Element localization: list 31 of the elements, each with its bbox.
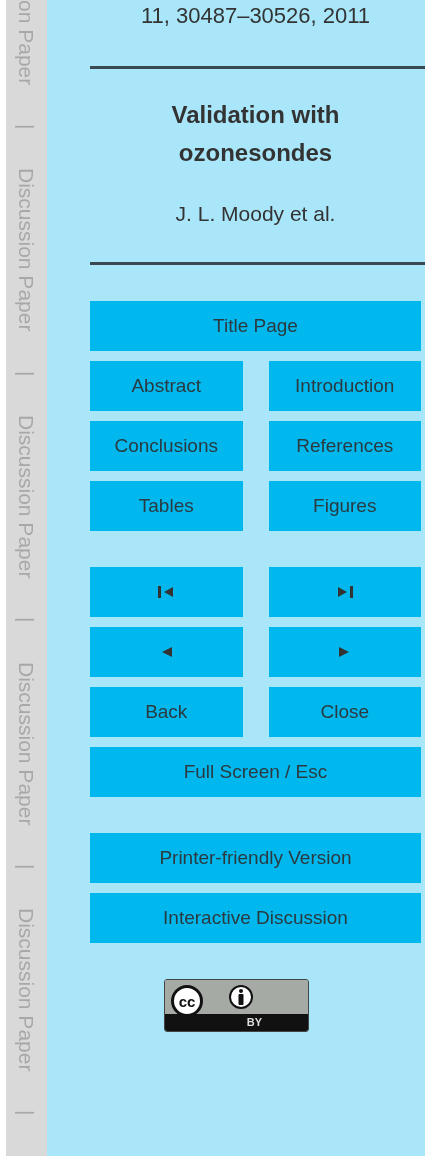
nav-button[interactable]: Figures <box>268 481 421 531</box>
margin-text: | <box>16 863 37 870</box>
nav-button[interactable]: Abstract <box>90 361 243 411</box>
person-icon <box>229 985 253 1009</box>
nav-button[interactable]: Introduction <box>268 361 421 411</box>
license-label: BY <box>246 1015 263 1030</box>
margin-text: | <box>16 617 37 623</box>
last-page-icon <box>336 585 353 599</box>
citation: 11, 30487–30526, 2011 <box>139 3 372 29</box>
nav-button[interactable] <box>90 627 243 677</box>
margin-text: | <box>16 370 37 377</box>
nav-button[interactable]: Back <box>90 687 243 737</box>
nav-button[interactable]: Close <box>268 687 421 737</box>
next-icon <box>339 646 351 658</box>
nav-button[interactable]: Printer-friendly Version <box>90 833 421 883</box>
nav-button[interactable]: Interactive Discussion <box>90 893 421 943</box>
paper-title: Validation with ozonesondes <box>170 100 341 168</box>
nav-button[interactable]: Title Page <box>90 301 421 351</box>
cc-logo: cc <box>171 985 203 1017</box>
nav-button[interactable]: Full Screen / Esc <box>90 747 421 797</box>
nav-button[interactable]: Tables <box>90 481 243 531</box>
nav-button[interactable] <box>90 567 243 617</box>
first-page-icon <box>158 585 175 599</box>
nav-button[interactable] <box>268 567 421 617</box>
margin-text: | <box>16 1110 37 1116</box>
nav-button[interactable] <box>268 627 421 677</box>
authors: J. L. Moody et al. <box>174 202 337 226</box>
margin-text: | <box>16 124 37 130</box>
nav-button[interactable]: References <box>268 421 421 471</box>
nav-button[interactable]: Conclusions <box>90 421 243 471</box>
previous-icon <box>160 646 172 658</box>
